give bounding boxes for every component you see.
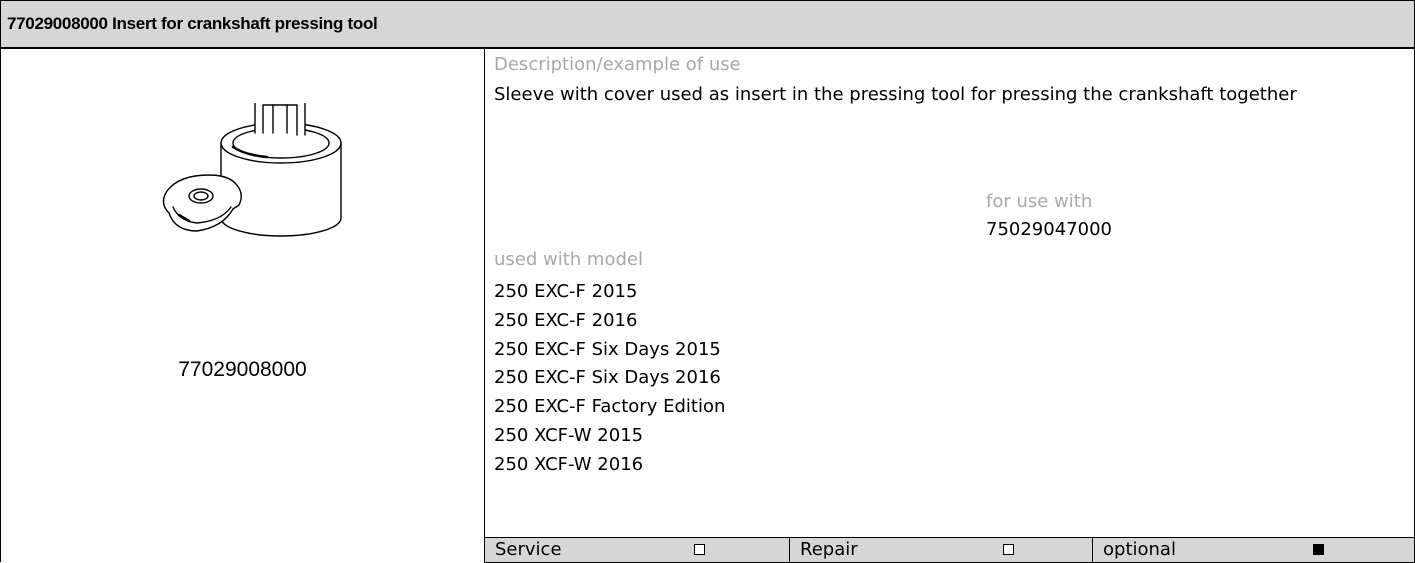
- details-cell: Description/example of use Sleeve with c…: [484, 48, 1415, 562]
- list-item: 250 EXC-F Six Days 2015: [494, 338, 721, 360]
- service-label: Service: [495, 539, 562, 560]
- list-item: 250 XCF-W 2016: [494, 453, 644, 475]
- optional-label: optional: [1103, 539, 1176, 560]
- description-label: Description/example of use: [494, 54, 741, 75]
- list-item: 250 EXC-F 2015: [494, 281, 638, 302]
- list-item: 250 EXC-F Six Days 2016: [494, 367, 721, 389]
- sleeve-with-cover-icon: [162, 103, 342, 237]
- optional-checkbox: [1313, 544, 1324, 555]
- for-use-with-label: for use with: [986, 191, 1093, 212]
- part-number-label: 77029008000: [178, 358, 307, 381]
- list-item: 250 XCF-W 2015: [494, 424, 644, 446]
- list-item: 250 EXC-F Factory Edition: [494, 396, 726, 418]
- part-image-cell: 77029008000: [0, 48, 485, 562]
- tool-data-sheet: 77029008000 Insert for crankshaft pressi…: [0, 0, 1415, 563]
- service-cell: Service: [485, 538, 789, 562]
- repair-label: Repair: [800, 539, 858, 560]
- list-item: 250 EXC-F 2016: [494, 309, 638, 331]
- description-text: Sleeve with cover used as insert in the …: [494, 84, 1297, 105]
- service-checkbox: [694, 544, 705, 555]
- for-use-with-value: 75029047000: [986, 219, 1112, 240]
- header-bar: 77029008000 Insert for crankshaft pressi…: [0, 0, 1415, 49]
- optional-cell: optional: [1093, 538, 1413, 562]
- usage-footer: Service Repair optional: [484, 537, 1415, 563]
- repair-cell: Repair: [790, 538, 1092, 562]
- used-with-model-label: used with model: [494, 249, 643, 270]
- model-list: 250 EXC-F 2015 250 EXC-F 2016 250 EXC-F …: [494, 278, 725, 480]
- page-title: 77029008000 Insert for crankshaft pressi…: [7, 14, 378, 33]
- repair-checkbox: [1003, 544, 1014, 555]
